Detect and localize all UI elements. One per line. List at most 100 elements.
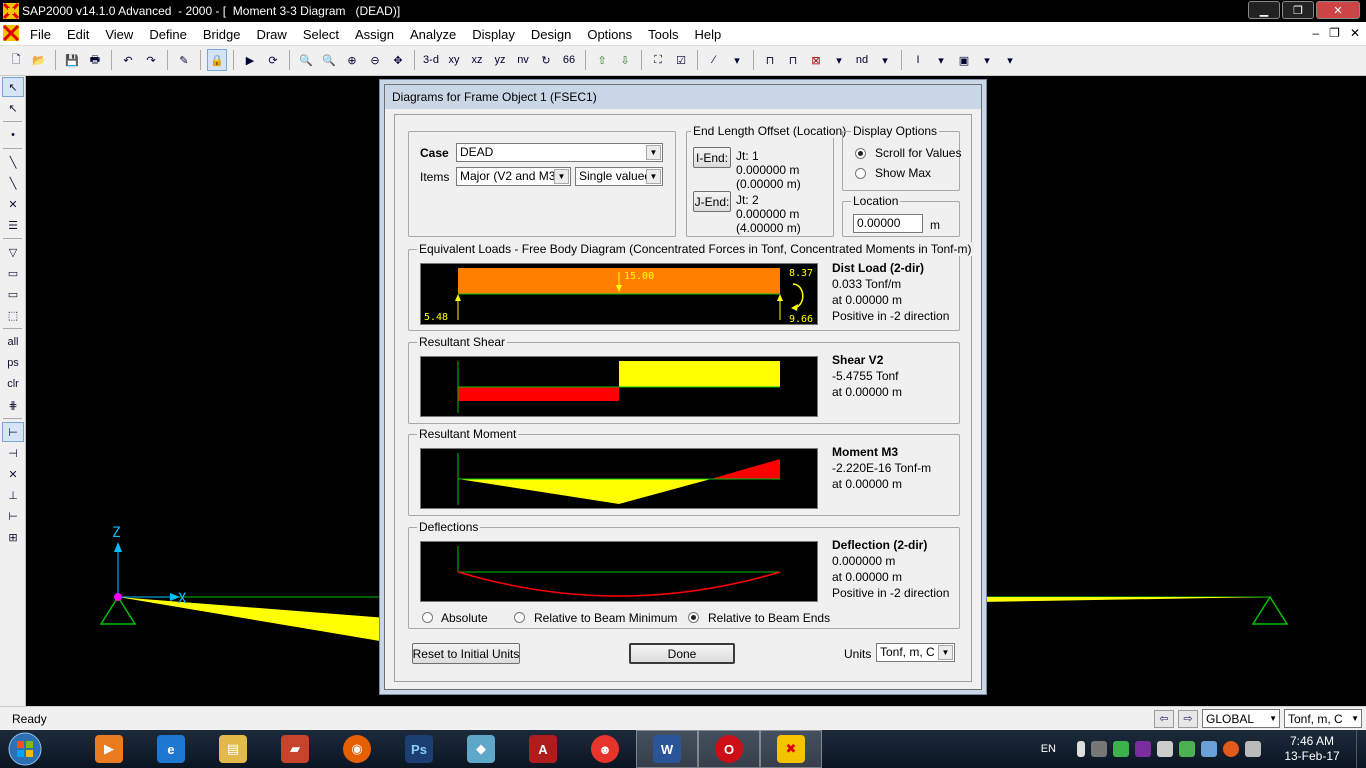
move-up-icon[interactable]: ⇧ xyxy=(592,49,612,71)
status-units-select[interactable]: Tonf, m, C ▼ xyxy=(1284,709,1362,728)
start-button[interactable] xyxy=(2,731,48,767)
menu-bridge[interactable]: Bridge xyxy=(195,27,249,42)
show-max-radio[interactable] xyxy=(855,168,866,179)
j-end-button[interactable]: J-End: xyxy=(693,191,731,212)
perspective-icon[interactable]: 66 xyxy=(559,49,579,71)
pencil-icon[interactable]: ✎ xyxy=(174,49,194,71)
taskbar-sketch-app[interactable]: ◆ xyxy=(450,730,512,768)
doc-minimize-button[interactable]: – xyxy=(1312,26,1319,40)
draw-poly-area-icon[interactable]: ▽ xyxy=(2,242,24,262)
print-icon[interactable]: 🖶 xyxy=(85,49,105,71)
taskbar-word[interactable]: W xyxy=(636,730,698,768)
new-file-icon[interactable]: 🗋 xyxy=(6,49,26,71)
show-desktop-button[interactable] xyxy=(1356,730,1366,768)
location-input[interactable]: 0.00000 xyxy=(853,214,923,233)
onenote-icon[interactable] xyxy=(1135,741,1151,757)
taskbar-internet-explorer[interactable]: e xyxy=(140,730,202,768)
get-previous-icon[interactable]: ⁄ xyxy=(704,49,724,71)
draw-joint-icon[interactable]: • xyxy=(2,125,24,145)
open-folder-icon[interactable]: 📂 xyxy=(29,49,49,71)
zoom-restore-icon[interactable]: 🔍 xyxy=(319,49,339,71)
toolbar-overflow-icon[interactable]: ▾ xyxy=(1000,49,1020,71)
reshape-pointer-icon[interactable]: ↖ xyxy=(2,98,24,118)
menu-select[interactable]: Select xyxy=(295,27,347,42)
nd-button[interactable]: nd xyxy=(852,49,872,71)
taskbar-book-app[interactable]: ▰ xyxy=(264,730,326,768)
menu-draw[interactable]: Draw xyxy=(248,27,294,42)
taskbar-firefox[interactable]: ◉ xyxy=(326,730,388,768)
menu-define[interactable]: Define xyxy=(141,27,195,42)
clear-selection-button[interactable]: clr xyxy=(2,374,24,394)
reset-units-button[interactable]: Reset to Initial Units xyxy=(412,643,520,664)
arrow-left-icon[interactable]: ⇦ xyxy=(1154,709,1174,728)
taskbar-opera[interactable]: O xyxy=(698,730,760,768)
right-pin-support[interactable] xyxy=(1251,595,1289,625)
menu-edit[interactable]: Edit xyxy=(59,27,97,42)
deformed-shape-icon[interactable]: ⊠ xyxy=(806,49,826,71)
pointer-icon[interactable]: ↖ xyxy=(2,77,24,97)
system-clock[interactable]: 7:46 AM 13-Feb-17 xyxy=(1272,734,1352,764)
quick-draw-area-icon[interactable]: ▭ xyxy=(2,284,24,304)
snap-perpendicular-icon[interactable]: ⊥ xyxy=(2,485,24,505)
save-icon[interactable]: 💾 xyxy=(62,49,82,71)
taskbar-camera-app[interactable]: ☻ xyxy=(574,730,636,768)
view-xz-button[interactable]: xz xyxy=(467,49,487,71)
relative-min-radio[interactable] xyxy=(514,612,525,623)
units-select[interactable]: Tonf, m, C ▼ xyxy=(876,643,955,662)
dropdown-arrow-icon[interactable]: ▾ xyxy=(977,49,997,71)
select-all-button[interactable]: all xyxy=(2,332,24,352)
refresh-icon[interactable]: ⟳ xyxy=(263,49,283,71)
draw-frame-icon[interactable]: ╲ xyxy=(2,152,24,172)
battery-icon[interactable] xyxy=(1077,741,1085,757)
previous-selection-button[interactable]: ps xyxy=(2,353,24,373)
snap-points-icon[interactable]: ⊢ xyxy=(2,422,24,442)
menu-tools[interactable]: Tools xyxy=(640,27,686,42)
taskbar-photoshop[interactable]: Ps xyxy=(388,730,450,768)
view-yz-button[interactable]: yz xyxy=(490,49,510,71)
taskbar-autocad[interactable]: A xyxy=(512,730,574,768)
intersect-line-icon[interactable]: ⋕ xyxy=(2,395,24,415)
antivirus-icon[interactable] xyxy=(1223,741,1239,757)
quick-draw-frame-icon[interactable]: ╲ xyxy=(2,173,24,193)
snap-ends-icon[interactable]: ⊣ xyxy=(2,443,24,463)
lock-icon[interactable]: 🔒 xyxy=(207,49,227,71)
drive-icon[interactable] xyxy=(1091,741,1107,757)
flag-icon[interactable] xyxy=(1245,741,1261,757)
toolbar-overflow-icon[interactable]: ▾ xyxy=(727,49,747,71)
view-xy-button[interactable]: xy xyxy=(444,49,464,71)
display-table-icon[interactable]: ▣ xyxy=(954,49,974,71)
dropdown-arrow-icon[interactable]: ▾ xyxy=(829,49,849,71)
draw-secondary-icon[interactable]: ☰ xyxy=(2,215,24,235)
snap-intersections-icon[interactable]: ✕ xyxy=(2,464,24,484)
network-status-icon[interactable] xyxy=(1201,741,1217,757)
menu-help[interactable]: Help xyxy=(687,27,730,42)
draw-brace-icon[interactable]: ✕ xyxy=(2,194,24,214)
frame-dim-icon[interactable]: ⊓ xyxy=(783,49,803,71)
menu-options[interactable]: Options xyxy=(579,27,640,42)
scroll-values-radio[interactable] xyxy=(855,148,866,159)
color-app-icon[interactable] xyxy=(1113,741,1129,757)
left-pin-support[interactable] xyxy=(99,595,137,625)
i-end-button[interactable]: I-End: xyxy=(693,147,731,168)
network-icon[interactable] xyxy=(1179,741,1195,757)
menu-analyze[interactable]: Analyze xyxy=(402,27,464,42)
valued-select[interactable]: Single valued ▼ xyxy=(575,167,663,186)
joint-1[interactable] xyxy=(114,593,122,601)
menu-assign[interactable]: Assign xyxy=(347,27,402,42)
dropdown-arrow-icon[interactable]: ▾ xyxy=(931,49,951,71)
menu-display[interactable]: Display xyxy=(464,27,523,42)
check-icon[interactable]: ☑ xyxy=(671,49,691,71)
snap-lines-icon[interactable]: ⊢ xyxy=(2,506,24,526)
close-button[interactable]: ✕ xyxy=(1316,1,1360,19)
zoom-out-icon[interactable]: ⊖ xyxy=(365,49,385,71)
view-nv-button[interactable]: nv xyxy=(513,49,533,71)
draw-solid-icon[interactable]: ⬚ xyxy=(2,305,24,325)
minimize-button[interactable]: ▁ xyxy=(1248,1,1280,19)
doc-close-button[interactable]: ✕ xyxy=(1350,26,1360,40)
language-indicator[interactable]: EN xyxy=(1041,743,1056,755)
menu-file[interactable]: File xyxy=(22,27,59,42)
absolute-radio[interactable] xyxy=(422,612,433,623)
zoom-in-icon[interactable]: ⊕ xyxy=(342,49,362,71)
undo-icon[interactable]: ↶ xyxy=(118,49,138,71)
relative-ends-radio[interactable] xyxy=(688,612,699,623)
